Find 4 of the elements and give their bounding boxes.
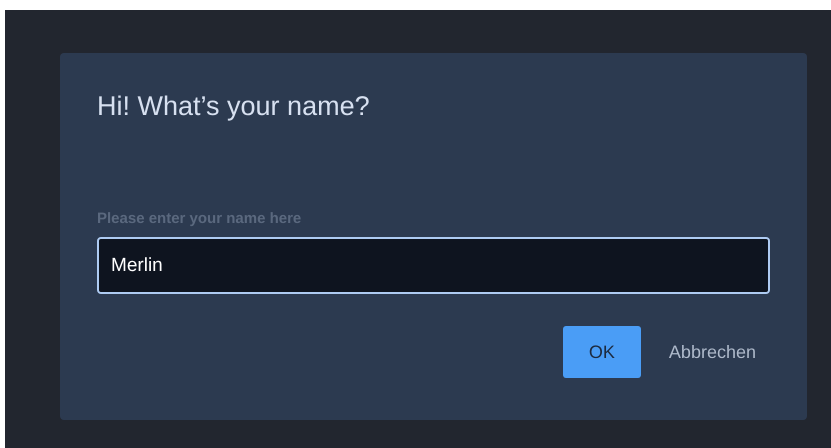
ok-button[interactable]: OK [562,326,641,378]
dialog-title: Hi! What’s your name? [97,90,371,123]
name-input-field[interactable]: Merlin [97,237,770,294]
cancel-button[interactable]: Abbrechen [654,326,770,378]
